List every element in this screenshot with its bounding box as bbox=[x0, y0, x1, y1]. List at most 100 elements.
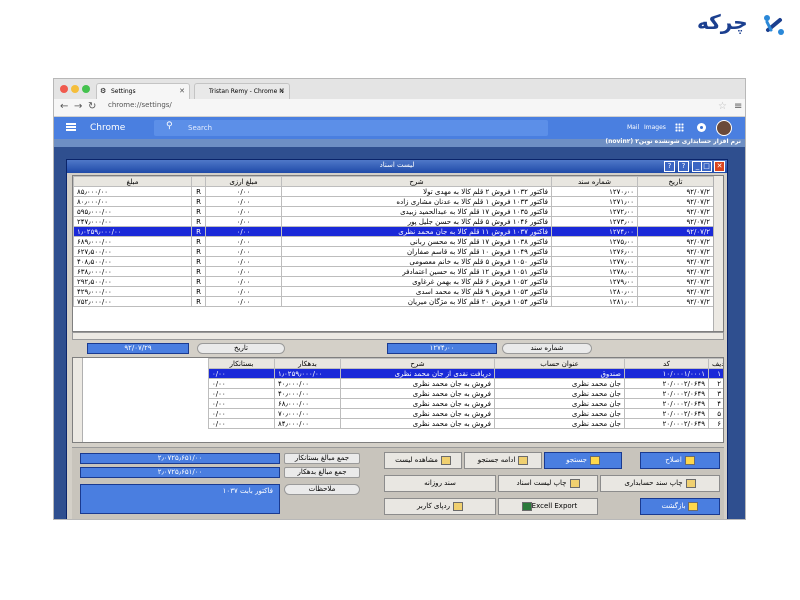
document-row[interactable]: ۷۵۲٫۰۰۰/۰۰ R ۰/۰۰ فاکتور ۱۰۵۴ فروش ۲۰ قلم ک… bbox=[73, 296, 714, 307]
search-button[interactable]: جستجو bbox=[544, 452, 622, 469]
date-field[interactable]: ۹۲/۰۷/۲۹ bbox=[87, 343, 189, 354]
lines-column-header[interactable]: بستانکار bbox=[208, 358, 275, 369]
documents-horizontal-scrollbar[interactable] bbox=[72, 332, 724, 340]
images-link[interactable]: Images bbox=[644, 124, 666, 131]
document-list-window: لیست اسناد ? ? _ □ ✕ مبلغ مبلغ ارزی شرح شما… bbox=[66, 159, 728, 519]
voucher-line-row[interactable]: ۰/۰۰ ۴۰٫۰۰۰/۰۰ فروش به جان محمد نظری جان مح… bbox=[208, 388, 723, 399]
edit-button[interactable]: اصلاح bbox=[640, 452, 720, 469]
voucher-line-cell: ۶ bbox=[708, 418, 723, 429]
voucher-line-cell: ۸۴٫۰۰۰/۰۰ bbox=[274, 418, 341, 429]
search-input[interactable]: ⚲ Search bbox=[154, 120, 548, 136]
voucher-line-row[interactable]: ۰/۰۰ ۱٫۰۲۵۹٫۰۰۰/۰۰ دریافت نقدی از جان محمد… bbox=[208, 368, 723, 379]
reload-icon[interactable]: ↻ bbox=[88, 101, 96, 112]
close-icon[interactable]: ✕ bbox=[714, 161, 725, 172]
voucher-line-row[interactable]: ۰/۰۰ ۶۸٫۰۰۰/۰۰ فروش به جان محمد نظری جان مح… bbox=[208, 398, 723, 409]
help-icon[interactable]: ? bbox=[664, 161, 675, 172]
lines-column-header[interactable]: بدهکار bbox=[274, 358, 341, 369]
minimize-window-dot[interactable] bbox=[71, 85, 79, 93]
back-arrow-icon[interactable]: ← bbox=[60, 101, 68, 112]
tab-settings[interactable]: ⚙ Settings ✕ bbox=[96, 83, 190, 99]
voucher-line-row[interactable]: ۰/۰۰ ۸۴٫۰۰۰/۰۰ فروش به جان محمد نظری جان مح… bbox=[208, 418, 723, 429]
document-cell: ۶۸۹٫۰۰۰/۰۰ bbox=[73, 236, 192, 247]
close-window-dot[interactable] bbox=[60, 85, 68, 93]
browser-window: ⚙ Settings ✕ Tristan Remy - Chrome N ✕ ←… bbox=[53, 78, 746, 520]
document-row[interactable]: ۴۰۸٫۵۰۰/۰۰ R ۰/۰۰ فاکتور ۱۰۵۰ فروش ۵ قلم کا… bbox=[73, 256, 714, 267]
doc-number-field[interactable]: ۱۲۷۴٫۰۰ bbox=[387, 343, 497, 354]
document-row[interactable]: ۲۹۲٫۵۰۰/۰۰ R ۰/۰۰ فاکتور ۱۰۵۲ فروش ۶ قلم کا… bbox=[73, 276, 714, 287]
user-trace-button[interactable]: ردپای کاربر bbox=[384, 498, 496, 515]
document-row[interactable]: ۸۵٫۰۰۰/۰۰ R ۰/۰۰ فاکتور ۱۰۳۲ فروش ۲ قلم کال… bbox=[73, 186, 714, 197]
notifications-icon[interactable] bbox=[697, 123, 706, 132]
document-row[interactable]: ۶۲۷٫۵۰۰/۰۰ R ۰/۰۰ فاکتور ۱۰۴۹ فروش ۱۰ قلم ک… bbox=[73, 246, 714, 257]
daily-voucher-label: سند روزانه bbox=[424, 479, 456, 487]
voucher-line-row[interactable]: ۰/۰۰ ۴۰٫۰۰۰/۰۰ فروش به جان محمد نظری جان مح… bbox=[208, 378, 723, 389]
documents-vertical-scrollbar[interactable] bbox=[713, 176, 723, 331]
documents-column-header[interactable]: شماره سند bbox=[551, 176, 638, 187]
address-bar[interactable]: chrome://settings/ bbox=[108, 101, 172, 109]
documents-column-header[interactable]: مبلغ ارزی bbox=[205, 176, 282, 187]
maximize-icon[interactable]: □ bbox=[701, 161, 712, 172]
document-cell: فاکتور ۱۰۵۴ فروش ۲۰ قلم کالا به مژگان می… bbox=[281, 296, 552, 307]
document-cell: ۰/۰۰ bbox=[205, 186, 282, 197]
close-tab-icon[interactable]: ✕ bbox=[279, 87, 285, 95]
date-label: تاریخ bbox=[197, 343, 285, 354]
document-row[interactable]: ۶۸۹٫۰۰۰/۰۰ R ۰/۰۰ فاکتور ۱۰۳۸ فروش ۱۷ قلم ک… bbox=[73, 236, 714, 247]
document-cell: فاکتور ۱۰۳۵ فروش ۱۷ قلم کالا به عبدالحمی… bbox=[281, 206, 552, 217]
document-cell: ۹۲/۰۷/۲ bbox=[637, 286, 714, 297]
document-row[interactable]: ۶۳۸٫۰۰۰/۰۰ R ۰/۰۰ فاکتور ۱۰۵۱ فروش ۱۲ قلم ک… bbox=[73, 266, 714, 277]
lines-column-header[interactable]: شرح bbox=[340, 358, 495, 369]
document-row[interactable]: ۴۲۹٫۰۰۰/۰۰ R ۰/۰۰ فاکتور ۱۰۵۳ فروش ۹ قلم کا… bbox=[73, 286, 714, 297]
bookmark-star-icon[interactable]: ☆ bbox=[718, 101, 727, 112]
documents-column-header[interactable]: تاریخ bbox=[637, 176, 714, 187]
lines-column-header[interactable]: ردیف bbox=[708, 358, 723, 369]
credit-total-label: جمع مبالغ بستانکار bbox=[284, 453, 360, 464]
document-cell: ۲۴۷٫۰۰۰/۰۰ bbox=[73, 216, 192, 227]
voucher-line-row[interactable]: ۰/۰۰ ۷۰٫۰۰۰/۰۰ فروش به جان محمد نظری جان مح… bbox=[208, 408, 723, 419]
lines-column-header[interactable]: عنوان حساب bbox=[494, 358, 625, 369]
continue-search-label: ادامه جستجو bbox=[477, 456, 516, 464]
mail-link[interactable]: Mail bbox=[627, 124, 639, 131]
document-cell: ۱۲۸۱٫۰۰ bbox=[551, 296, 638, 307]
daily-voucher-button[interactable]: سند روزانه bbox=[384, 475, 496, 492]
notes-field[interactable]: فاکتور بابت ۱۰۳۷ bbox=[80, 484, 280, 514]
document-cell: ۰/۰۰ bbox=[205, 216, 282, 227]
excel-icon bbox=[521, 501, 532, 511]
back-button[interactable]: بازگشت bbox=[640, 498, 720, 515]
voucher-lines-grid: بستانکاربدهکارشرحعنوان حسابکدردیف ۰/۰۰۱٫… bbox=[72, 357, 724, 443]
folder-icon bbox=[440, 455, 451, 465]
menu-icon[interactable]: ≡ bbox=[734, 101, 742, 112]
maximize-window-dot[interactable] bbox=[82, 85, 90, 93]
excel-export-button[interactable]: Excell Export bbox=[498, 498, 598, 515]
document-cell: فاکتور ۱۰۳۷ فروش ۱۱ قلم کالا به جان محمد… bbox=[281, 226, 552, 237]
view-list-button[interactable]: مشاهده لیست bbox=[384, 452, 462, 469]
avatar[interactable] bbox=[716, 120, 732, 136]
voucher-line-cell: ۰/۰۰ bbox=[208, 388, 275, 399]
documents-column-header[interactable]: مبلغ bbox=[73, 176, 192, 187]
document-row[interactable]: ۸۰٫۰۰۰/۰۰ R ۰/۰۰ فاکتور ۱۰۳۳ فروش ۱ قلم کال… bbox=[73, 196, 714, 207]
lines-column-header[interactable]: کد bbox=[624, 358, 709, 369]
document-row[interactable]: ۵۹۵٫۰۰۰/۰۰ R ۰/۰۰ فاکتور ۱۰۳۵ فروش ۱۷ قلم ک… bbox=[73, 206, 714, 217]
forward-arrow-icon[interactable]: → bbox=[74, 101, 82, 112]
document-cell: ۰/۰۰ bbox=[205, 286, 282, 297]
document-cell: ۱۲۷۲٫۰۰ bbox=[551, 206, 638, 217]
voucher-line-cell: فروش به جان محمد نظری bbox=[340, 418, 495, 429]
apps-grid-icon[interactable] bbox=[675, 123, 684, 132]
help-icon[interactable]: ? bbox=[678, 161, 689, 172]
window-title-bar: لیست اسناد ? ? _ □ ✕ bbox=[67, 160, 727, 173]
print-voucher-button[interactable]: چاپ سند حسابداری bbox=[600, 475, 720, 492]
gear-icon: ⚙ bbox=[100, 87, 107, 95]
document-cell: ۹۲/۰۷/۲ bbox=[637, 226, 714, 237]
print-list-button[interactable]: چاپ لیست اسناد bbox=[498, 475, 598, 492]
documents-column-header[interactable] bbox=[191, 176, 206, 187]
document-row[interactable]: ۱٫۰۲۵۹٫۰۰۰/۰۰ R ۰/۰۰ فاکتور ۱۰۳۷ فروش ۱۱ قل… bbox=[73, 226, 714, 237]
documents-column-header[interactable]: شرح bbox=[281, 176, 552, 187]
user-trace-label: ردپای کاربر bbox=[417, 502, 450, 510]
document-cell: ۷۵۲٫۰۰۰/۰۰ bbox=[73, 296, 192, 307]
voucher-line-cell: جان محمد نظری bbox=[494, 418, 625, 429]
close-tab-icon[interactable]: ✕ bbox=[179, 87, 185, 95]
lines-vertical-scrollbar[interactable] bbox=[73, 358, 83, 442]
document-row[interactable]: ۲۴۷٫۰۰۰/۰۰ R ۰/۰۰ فاکتور ۱۰۴۶ فروش ۵ قلم کا… bbox=[73, 216, 714, 227]
tab-profile[interactable]: Tristan Remy - Chrome N ✕ bbox=[194, 83, 290, 99]
continue-search-button[interactable]: ادامه جستجو bbox=[464, 452, 542, 469]
hamburger-menu-icon[interactable] bbox=[66, 123, 76, 131]
